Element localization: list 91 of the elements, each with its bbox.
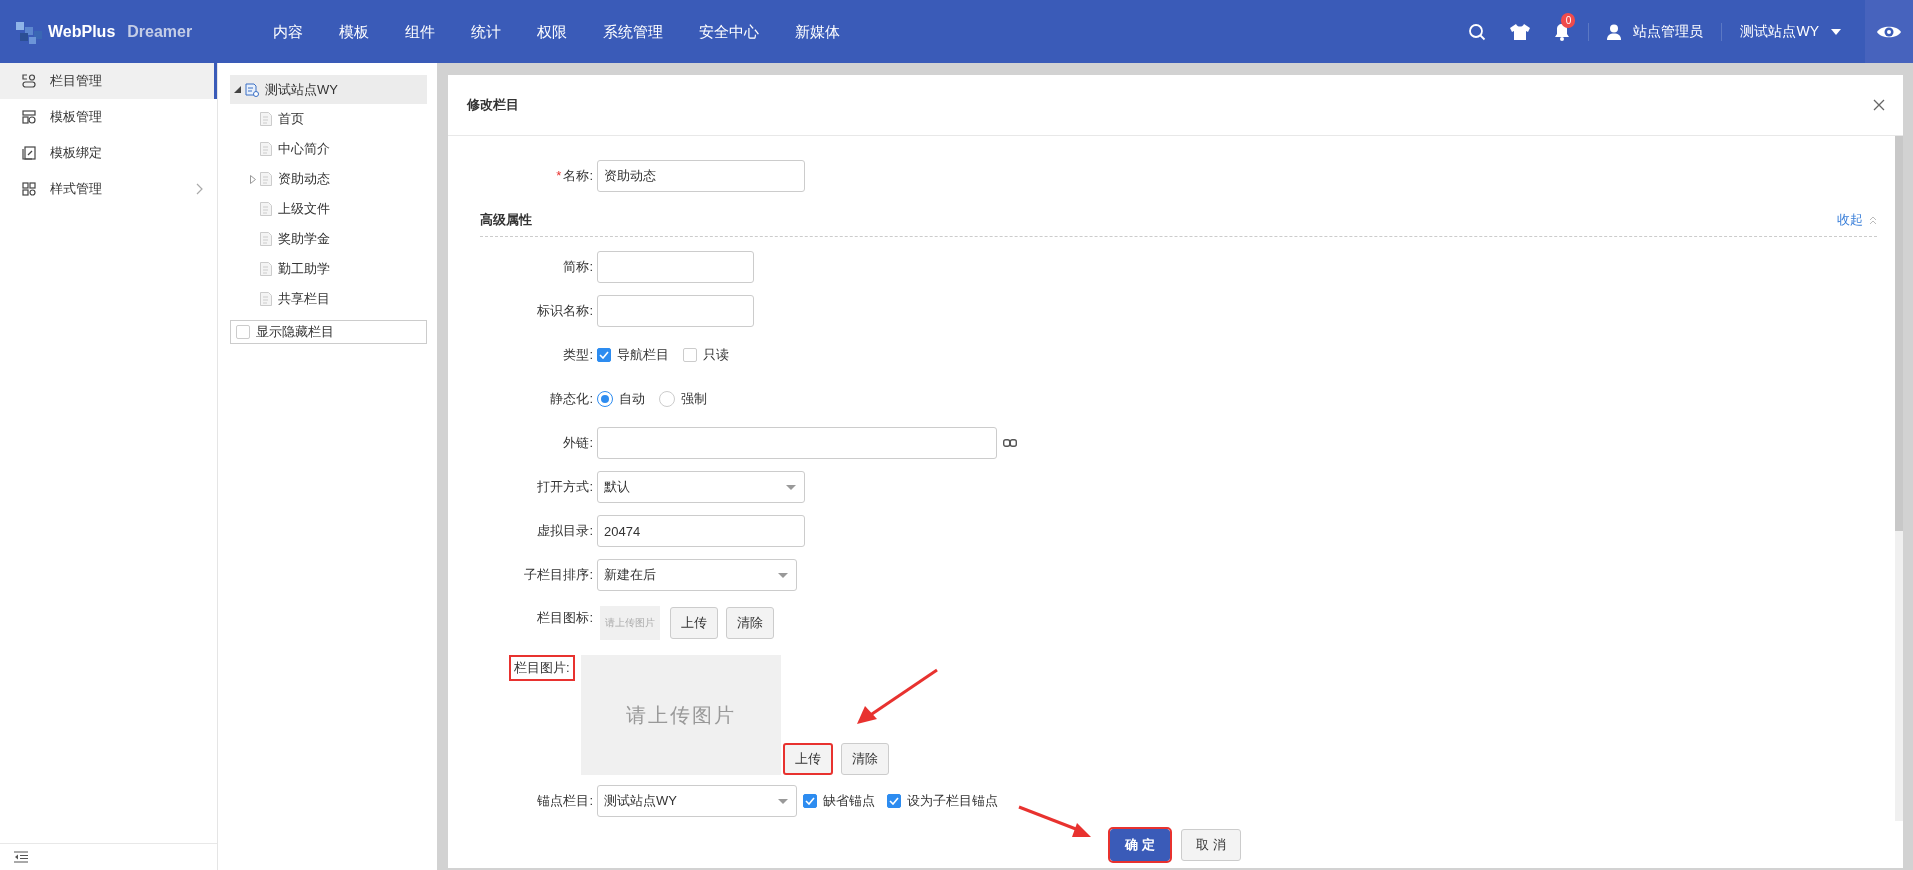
field-label: 栏目图片: <box>509 655 575 681</box>
site-folder-icon <box>245 82 259 97</box>
field-label: 虚拟目录: <box>536 522 594 540</box>
field-label: 打开方式: <box>536 478 594 496</box>
tree-item[interactable]: 首页 <box>230 104 427 134</box>
dialog-title: 修改栏目 <box>467 96 519 114</box>
nav-link[interactable]: 内容 <box>255 0 321 63</box>
show-hidden-checkbox[interactable]: 显示隐藏栏目 <box>230 320 427 344</box>
tree-item[interactable]: 勤工助学 <box>230 254 427 284</box>
name-input[interactable]: 资助动态 <box>597 160 805 192</box>
site-selector[interactable]: 测试站点WY <box>1740 22 1819 41</box>
sidebar-item[interactable]: 样式管理 <box>0 171 217 207</box>
checkmark-icon <box>889 797 899 805</box>
user-name[interactable]: 站点管理员 <box>1633 22 1704 41</box>
field-label: 标识名称: <box>536 302 594 320</box>
sidebar-item[interactable]: 栏目管理 <box>0 63 217 99</box>
bell-icon[interactable] <box>1554 22 1571 41</box>
caret-icon[interactable] <box>1831 28 1841 35</box>
nav-link[interactable]: 新媒体 <box>777 0 858 63</box>
nav-link[interactable]: 组件 <box>387 0 453 63</box>
collapse-link[interactable]: 收起 <box>1837 211 1863 229</box>
sidebar-item[interactable]: 模板管理 <box>0 99 217 135</box>
tree-item[interactable]: 测试站点WY <box>230 75 427 104</box>
nav-link[interactable]: 模板 <box>321 0 387 63</box>
radio-option[interactable]: 强制 <box>659 390 707 408</box>
checkmark-icon <box>599 351 609 359</box>
logo-subtitle: Dreamer <box>127 22 193 41</box>
checkbox-option[interactable]: 只读 <box>683 346 729 364</box>
template-icon <box>22 110 36 124</box>
page-icon <box>260 202 272 216</box>
upload-control-button[interactable]: 清除 <box>840 743 889 775</box>
dropdown[interactable]: 测试站点WY <box>597 785 797 817</box>
page-icon <box>260 172 272 186</box>
field-label: 类型: <box>562 346 594 364</box>
page-icon <box>260 292 272 306</box>
text-input[interactable]: 20474 <box>597 515 805 547</box>
checkbox-option[interactable]: 缺省锚点 <box>803 792 875 810</box>
cancel-button[interactable]: 取 消 <box>1181 828 1241 861</box>
page-icon <box>260 232 272 246</box>
logo-text: WebPlus <box>48 22 116 41</box>
field-label: 子栏目排序: <box>523 566 594 584</box>
tree-item[interactable]: 资助动态 <box>230 164 427 194</box>
nav-link[interactable]: 权限 <box>519 0 585 63</box>
columns-icon <box>22 74 36 88</box>
field-label: 外链: <box>562 434 594 452</box>
checkbox-option[interactable]: 设为子栏目锚点 <box>887 792 998 810</box>
tree-item[interactable]: 共享栏目 <box>230 284 427 314</box>
upload-control-button[interactable]: 上传 <box>782 743 833 775</box>
chevron-right-icon <box>196 183 203 195</box>
dropdown[interactable]: 默认 <box>597 471 805 503</box>
preview-button[interactable] <box>1865 0 1913 63</box>
nav-link[interactable]: 安全中心 <box>681 0 777 63</box>
tree-item[interactable]: 中心简介 <box>230 134 427 164</box>
close-icon[interactable] <box>1873 99 1885 111</box>
notification-badge: 0 <box>1561 12 1576 28</box>
scrollbar[interactable] <box>1895 136 1903 821</box>
expand-triangle-icon[interactable] <box>234 86 241 93</box>
checkbox-option[interactable]: 导航栏目 <box>597 346 669 364</box>
link-icon[interactable] <box>1003 439 1017 447</box>
upload-control-button[interactable]: 上传 <box>670 607 718 639</box>
page-icon <box>260 262 272 276</box>
collapse-menu-icon[interactable] <box>14 851 28 863</box>
field-label: *名称: <box>555 167 594 185</box>
caret-icon <box>778 572 788 578</box>
text-input[interactable] <box>597 251 754 283</box>
field-label: 锚点栏目: <box>536 792 594 810</box>
caret-icon <box>786 484 796 490</box>
page-icon <box>260 142 272 156</box>
page-icon <box>260 112 272 126</box>
field-label: 静态化: <box>549 390 594 408</box>
grid-icon <box>22 182 36 196</box>
tree-item[interactable]: 奖助学金 <box>230 224 427 254</box>
sidebar-item[interactable]: 模板绑定 <box>0 135 217 171</box>
link-input[interactable] <box>597 427 997 459</box>
text-input[interactable] <box>597 295 754 327</box>
section-title: 高级属性 <box>480 211 533 229</box>
nav-link[interactable]: 统计 <box>453 0 519 63</box>
search-icon[interactable] <box>1468 22 1487 41</box>
nav-link[interactable]: 系统管理 <box>585 0 681 63</box>
field-label: 栏目图标: <box>536 609 594 627</box>
document-icon <box>22 146 36 160</box>
checkmark-icon <box>805 797 815 805</box>
confirm-button[interactable]: 确 定 <box>1110 828 1170 861</box>
shirt-icon[interactable] <box>1510 23 1531 40</box>
tree-item[interactable]: 上级文件 <box>230 194 427 224</box>
dropdown[interactable]: 新建在后 <box>597 559 797 591</box>
radio-option[interactable]: 自动 <box>597 390 645 408</box>
upload-control-button[interactable]: 清除 <box>726 607 774 639</box>
field-label: 简称: <box>562 258 594 276</box>
user-icon <box>1607 23 1622 40</box>
caret-icon <box>778 798 788 804</box>
